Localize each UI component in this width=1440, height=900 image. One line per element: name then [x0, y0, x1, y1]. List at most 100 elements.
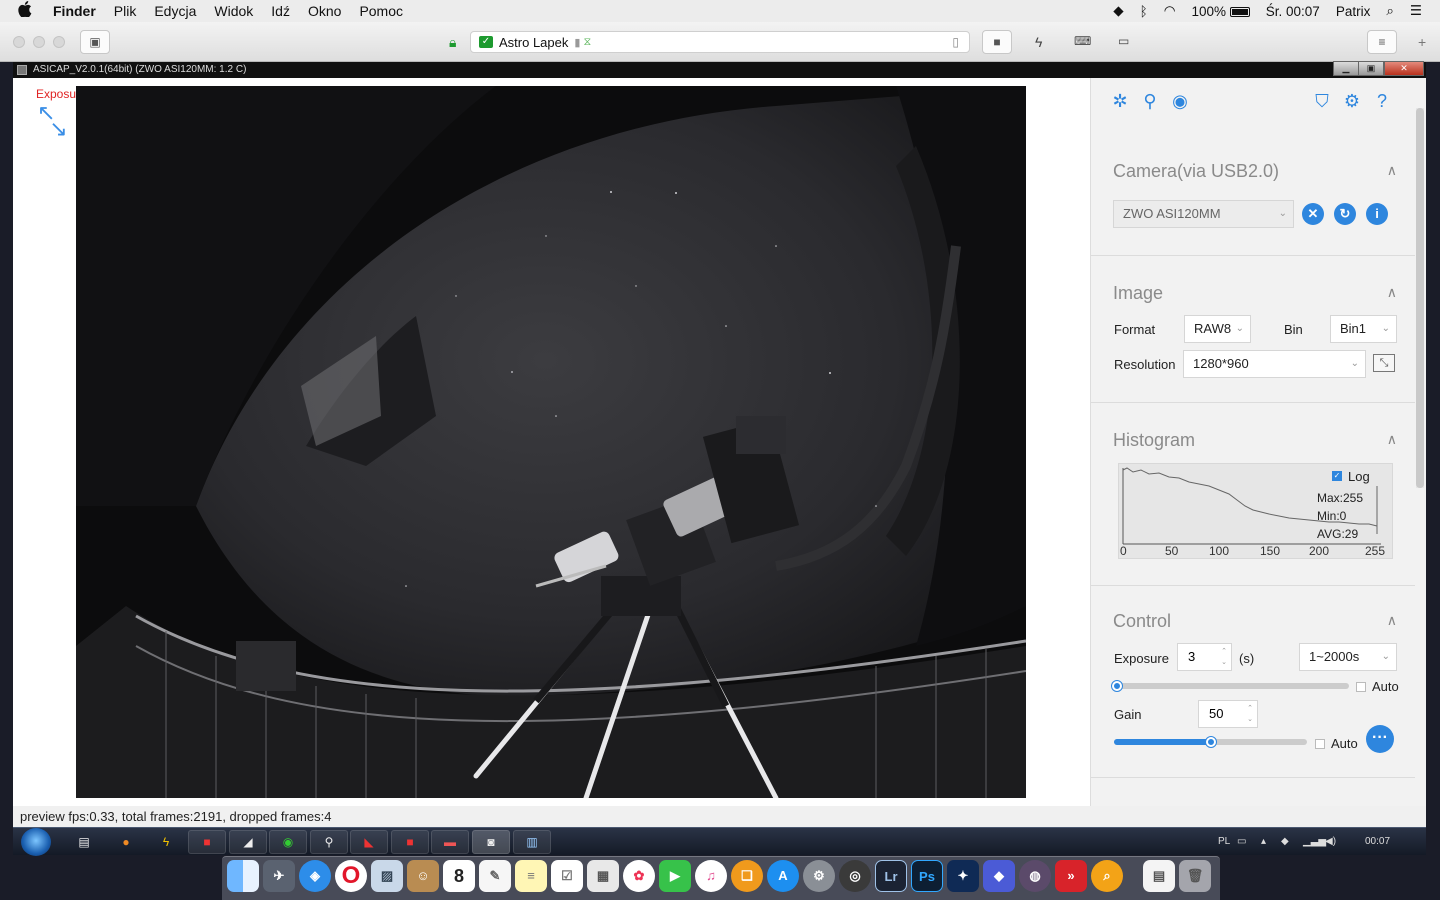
minimize-button[interactable]: ▁: [1333, 61, 1359, 76]
log-checkbox[interactable]: ✓: [1332, 471, 1342, 481]
camera-app-dock-icon[interactable]: ◎: [839, 860, 871, 892]
document-icon[interactable]: ▯: [952, 35, 959, 49]
app-gray-taskbar-icon[interactable]: ◢: [229, 830, 267, 854]
format-select[interactable]: RAW8 ⌄: [1184, 315, 1251, 343]
camera-aperture-icon[interactable]: ✲: [1109, 90, 1131, 112]
preview-dock-icon[interactable]: ▨: [371, 860, 403, 892]
maximize-button[interactable]: ▣: [1358, 61, 1384, 76]
app-store-dock-icon[interactable]: A: [767, 860, 799, 892]
panel-scrollbar-thumb[interactable]: [1416, 108, 1424, 488]
exposure-auto-checkbox[interactable]: [1356, 682, 1366, 692]
camera-info-button[interactable]: i: [1366, 203, 1388, 225]
close-button[interactable]: ✕: [1384, 61, 1424, 76]
photos-dock-icon[interactable]: ✿: [623, 860, 655, 892]
tray-keyboard-icon[interactable]: ▭: [1237, 828, 1246, 856]
app-light-taskbar-icon[interactable]: ▥: [513, 830, 551, 854]
clock[interactable]: Śr. 00:07: [1266, 4, 1320, 19]
zoom-window-button[interactable]: [53, 36, 65, 48]
notification-center-icon[interactable]: ☰: [1410, 3, 1422, 19]
firefox-taskbar-icon[interactable]: ●: [107, 830, 145, 854]
collapse-histogram-icon[interactable]: ∧: [1387, 431, 1397, 448]
webcam-icon[interactable]: ◉: [1169, 90, 1191, 112]
gear-icon[interactable]: ⚙: [1341, 90, 1363, 112]
close-window-button[interactable]: [13, 36, 25, 48]
app-telescope-taskbar-icon[interactable]: ⚲: [310, 830, 348, 854]
camera-preview-image[interactable]: [76, 86, 1026, 798]
itunes-dock-icon[interactable]: ♫: [695, 860, 727, 892]
wifi-icon[interactable]: ◠: [1164, 3, 1176, 19]
windows-clock[interactable]: 00:07: [1365, 828, 1390, 856]
exposure-slider-handle[interactable]: [1112, 681, 1122, 691]
documents-dock-icon[interactable]: ▤: [1143, 860, 1175, 892]
chat-button[interactable]: ■: [982, 30, 1012, 54]
menu-okno[interactable]: Okno: [308, 3, 341, 19]
list-menu-button[interactable]: ≡: [1367, 30, 1397, 54]
more-options-button[interactable]: ···: [1366, 725, 1394, 753]
menu-pomoc[interactable]: Pomoc: [359, 3, 403, 19]
windows-start-button[interactable]: [21, 828, 51, 856]
app-red-taskbar-icon[interactable]: ■: [188, 830, 226, 854]
system-preferences-dock-icon[interactable]: ⚙: [803, 860, 835, 892]
add-tab-icon[interactable]: +: [1418, 34, 1426, 50]
textedit-dock-icon[interactable]: ✎: [479, 860, 511, 892]
vm-address-bar[interactable]: ✓ Astro Lapek ▮ ⧖ ▯: [470, 31, 970, 53]
collapse-image-icon[interactable]: ∧: [1387, 284, 1397, 301]
tshirt-icon[interactable]: ⛉: [1311, 90, 1333, 112]
parallels-dock-icon[interactable]: ◍: [1019, 860, 1051, 892]
menu-idz[interactable]: Idź: [271, 3, 290, 19]
notes-dock-icon[interactable]: ≡: [515, 860, 547, 892]
tray-signal-icon[interactable]: ▁▃▅: [1303, 828, 1326, 856]
app-green-taskbar-icon[interactable]: ◉: [269, 830, 307, 854]
app-dark-taskbar-icon[interactable]: ◣: [350, 830, 388, 854]
help-icon[interactable]: ?: [1371, 90, 1393, 112]
sourcetree-dock-icon[interactable]: »: [1055, 860, 1087, 892]
refresh-camera-button[interactable]: ↻: [1334, 203, 1356, 225]
tray-up-arrow-icon[interactable]: ▴: [1261, 828, 1266, 856]
dropbox-icon[interactable]: ◆: [1113, 3, 1123, 19]
gain-slider-handle[interactable]: [1205, 737, 1216, 747]
roi-select-button[interactable]: ⤡: [1373, 354, 1395, 372]
camera-select[interactable]: ZWO ASI120MM ⌄: [1113, 200, 1294, 228]
telescope-icon[interactable]: ⚲: [1139, 90, 1161, 112]
photo-booth-dock-icon[interactable]: ▦: [587, 860, 619, 892]
tray-dropbox-icon[interactable]: ◆: [1281, 828, 1289, 856]
photoshop-dock-icon[interactable]: Ps: [911, 860, 943, 892]
spotlight-icon[interactable]: ⌕: [1386, 3, 1394, 19]
exposure-slider-track[interactable]: [1114, 683, 1349, 689]
user-name[interactable]: Patrix: [1336, 4, 1371, 19]
app-asi-taskbar-icon[interactable]: ▬: [431, 830, 469, 854]
ibooks-dock-icon[interactable]: ❑: [731, 860, 763, 892]
collapse-control-icon[interactable]: ∧: [1387, 612, 1397, 629]
gain-auto-checkbox[interactable]: [1315, 739, 1325, 749]
app-red2-taskbar-icon[interactable]: ■: [391, 830, 429, 854]
disconnect-camera-button[interactable]: ✕: [1302, 203, 1324, 225]
spin-arrows-icon[interactable]: ⌃ ⌄: [1221, 646, 1227, 668]
trash-dock-icon[interactable]: 🗑︎: [1179, 860, 1211, 892]
calendar-dock-icon[interactable]: 8: [443, 860, 475, 892]
exposure-input[interactable]: 3 ⌃ ⌄: [1177, 643, 1232, 671]
stellarium-dock-icon[interactable]: ✦: [947, 860, 979, 892]
exposure-range-select[interactable]: 1~2000s ⌄: [1299, 643, 1397, 671]
apple-menu-icon[interactable]: [18, 1, 40, 21]
contacts-dock-icon[interactable]: ☺: [407, 860, 439, 892]
language-indicator[interactable]: PL: [1218, 828, 1230, 856]
launchpad-dock-icon[interactable]: ✈: [263, 860, 295, 892]
collapse-camera-icon[interactable]: ∧: [1387, 162, 1397, 179]
reminders-dock-icon[interactable]: ☑: [551, 860, 583, 892]
explorer-taskbar-icon[interactable]: ▤: [65, 830, 103, 854]
app-taskbar-icon[interactable]: ϟ: [147, 830, 185, 854]
menu-edycja[interactable]: Edycja: [154, 3, 196, 19]
image-viewer-dock-icon[interactable]: ⌕: [1091, 860, 1123, 892]
gain-input[interactable]: 50 ⌃ ⌄: [1198, 700, 1258, 728]
menu-finder[interactable]: Finder: [53, 3, 96, 19]
lightroom-dock-icon[interactable]: Lr: [875, 860, 907, 892]
asicap-taskbar-icon[interactable]: ◙: [472, 830, 510, 854]
finder-dock-icon[interactable]: [227, 860, 259, 892]
fit-view-icon[interactable]: ↖ ↘: [37, 102, 68, 140]
menu-widok[interactable]: Widok: [214, 3, 253, 19]
monument-dock-icon[interactable]: ◆: [983, 860, 1015, 892]
tray-volume-icon[interactable]: ◀): [1325, 828, 1336, 856]
safari-dock-icon[interactable]: ◈: [299, 860, 331, 892]
facetime-dock-icon[interactable]: ▶: [659, 860, 691, 892]
lightning-icon[interactable]: ϟ: [1035, 34, 1042, 50]
